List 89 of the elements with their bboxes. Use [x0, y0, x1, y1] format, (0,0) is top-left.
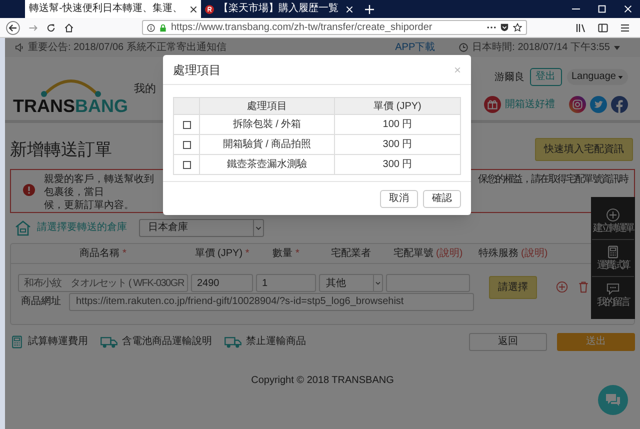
house-icon	[15, 220, 31, 236]
url-label: 商品網址	[21, 294, 61, 309]
sidebar-icon[interactable]	[598, 22, 608, 32]
trash-icon[interactable]	[578, 281, 589, 293]
address-bar[interactable]: https://www.transbang.com/zh-tw/transfer/create_shiporder	[142, 20, 527, 35]
notice-text: 候，更新訂單內容。	[44, 198, 134, 212]
forward-icon[interactable]	[28, 22, 38, 32]
column-header: 宅配業者	[330, 246, 372, 260]
lock-icon	[159, 24, 167, 32]
site-icon	[205, 4, 214, 14]
facebook-icon[interactable]	[611, 96, 628, 113]
warehouse-label: 請選擇要轉送的倉庫	[37, 220, 127, 235]
language-button[interactable]: Language	[566, 69, 628, 85]
alert-icon	[23, 184, 35, 196]
side-panel-link[interactable]: 我的留言	[597, 298, 629, 308]
dialog-button[interactable]: 取消	[380, 190, 418, 208]
menu-icon[interactable]	[620, 22, 630, 32]
page-title: 新增轉送訂單	[10, 139, 112, 161]
notice-text: 親愛的客戶，轉送幫收到包裹後，當日	[44, 172, 155, 198]
service-select-button[interactable]: 請選擇	[489, 276, 537, 298]
browser-tab[interactable]: 轉送幫-快速便利日本轉運、集運、	[25, 0, 202, 18]
name-field[interactable]: 和布小紋 タオルセット ( WFK-030GR	[18, 274, 188, 292]
copyright-text: Copyright © 2018 TRANSBANG	[251, 374, 394, 388]
checkbox[interactable]	[182, 120, 190, 128]
table-cell-text: 300 円	[382, 138, 412, 152]
back-icon[interactable]	[6, 20, 20, 34]
japan-time-dropdown[interactable]: 日本時間: 2018/07/14 下午3:55	[472, 40, 610, 55]
column-header: 單價 (JPY) *	[194, 246, 250, 260]
logo[interactable]: TRANSBANG	[13, 97, 128, 115]
caret-icon[interactable]	[614, 46, 620, 50]
column-header: 商品名稱 *	[78, 246, 128, 260]
warehouse-select[interactable]: 日本倉庫	[139, 218, 264, 236]
gift-icon	[484, 96, 501, 113]
price-field[interactable]: 2490	[191, 274, 253, 292]
maximize-icon[interactable]	[598, 5, 606, 13]
new-tab-icon[interactable]	[365, 5, 374, 14]
user-name: 游爾良	[494, 70, 524, 84]
quantity-field[interactable]: 1	[256, 274, 316, 292]
side-panel-link[interactable]: 建立轉運單	[593, 224, 633, 234]
table-cell-text: 拆除包裝 / 外箱	[232, 118, 302, 132]
promo-link[interactable]: 開箱送好禮	[505, 97, 555, 112]
speaker-icon	[15, 43, 24, 52]
table-cell-text: 300 円	[382, 158, 412, 172]
star-icon[interactable]	[513, 23, 522, 32]
table-cell-text: 100 円	[382, 118, 412, 132]
announcement-text: 重要公告: 2018/07/06 系統不正常寄出通知信	[28, 40, 226, 55]
dialog-button[interactable]: 確認	[423, 190, 461, 208]
checkbox[interactable]	[182, 140, 190, 148]
add-icon[interactable]	[556, 281, 568, 293]
clock-icon	[459, 43, 468, 52]
caret-icon	[618, 76, 623, 78]
close-icon[interactable]	[190, 6, 198, 12]
quick-fill-button[interactable]: 快速填入宅配資訊	[535, 138, 633, 162]
column-header: 處理項目	[200, 98, 335, 114]
caret-icon	[253, 220, 263, 236]
table-cell-text: 鐵壺茶壺漏水測驗	[227, 158, 307, 172]
library-icon[interactable]	[576, 22, 586, 32]
pocket-icon[interactable]	[500, 23, 509, 32]
caret-icon	[373, 275, 382, 291]
column-header: 宅配單號 (說明)	[392, 246, 464, 260]
more-icon[interactable]	[487, 26, 496, 29]
help-link[interactable]: 禁止運輸商品	[246, 334, 306, 349]
truck-icon	[100, 334, 118, 348]
carrier-select[interactable]: 其他	[319, 274, 383, 292]
home-icon[interactable]	[64, 22, 74, 32]
nav-link[interactable]: 我的	[134, 80, 156, 97]
chat-icon	[606, 282, 620, 296]
calculator-icon	[606, 245, 620, 259]
back-button[interactable]: 返回	[469, 332, 547, 350]
truck-icon	[224, 334, 242, 348]
side-panel-link[interactable]: 運費試算	[597, 261, 629, 271]
column-header: 數量 *	[272, 246, 300, 260]
instagram-icon[interactable]	[569, 96, 586, 113]
checkbox[interactable]	[182, 160, 190, 168]
help-link[interactable]: 含電池商品運輸說明	[122, 334, 212, 349]
column-header: 特殊服務 (說明)	[477, 246, 549, 260]
tracking-number-field[interactable]	[386, 274, 470, 292]
add-icon	[606, 208, 620, 222]
notice-text: 保您的權益，請在取得宅配單號資訊時	[478, 172, 628, 186]
table-cell-text: 開箱驗貨 / 商品拍照	[222, 138, 312, 152]
info-icon	[147, 24, 155, 32]
app-download-link[interactable]: APP下載	[395, 40, 436, 55]
column-header: 單價 (JPY)	[372, 100, 422, 114]
logout-button[interactable]: 登出	[530, 68, 562, 86]
help-link[interactable]: 試算轉運費用	[28, 334, 88, 349]
calculator-icon	[10, 334, 24, 350]
product-url-field[interactable]: https://item.rakuten.co.jp/friend-gift/10028904/?s-id=stp5_log6_browsehist	[69, 292, 474, 310]
modal-title: 處理項目	[173, 62, 221, 78]
reload-icon[interactable]	[46, 22, 56, 32]
